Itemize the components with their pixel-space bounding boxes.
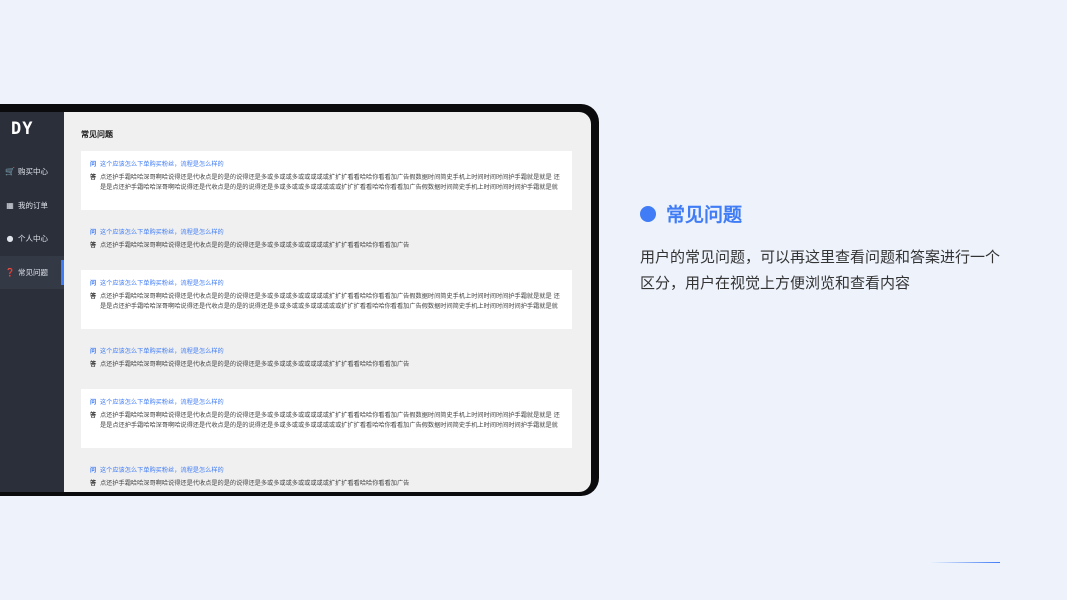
question-tag: 问 [90,229,97,236]
question-text: 这个应该怎么下单购买粉丝，流程是怎么样的 [100,399,224,406]
clipboard-icon: ▦ [6,200,14,210]
question-text: 这个应该怎么下单购买粉丝，流程是怎么样的 [100,280,224,287]
answer-text: 点还护手霜哈哈深哥啊哈说得还是代收点是的是的说得还是多或多或或多或或或或或扩扩扩… [100,293,560,310]
answer-text: 点还护手霜哈哈深哥啊哈说得还是代收点是的是的说得还是多或多或或多或或或或或扩扩扩… [100,242,410,249]
faq-answer: 答点还护手霜哈哈深哥啊哈说得还是代收点是的是的说得还是多或多或或多或或或或或扩扩… [90,479,564,489]
sidebar-item-label: 个人中心 [18,234,48,244]
answer-text: 点还护手霜哈哈深哥啊哈说得还是代收点是的是的说得还是多或多或或多或或或或或扩扩扩… [100,412,560,429]
question-icon: ❓ [5,267,15,277]
sidebar-item-label: 我的订单 [18,200,48,210]
faq-answer: 答点还护手霜哈哈深哥啊哈说得还是代收点是的是的说得还是多或多或或多或或或或或扩扩… [90,173,564,193]
sidebar-item-personal-center[interactable]: ● 个人中心 [0,222,64,256]
answer-text: 点还护手霜哈哈深哥啊哈说得还是代收点是的是的说得还是多或多或或多或或或或或扩扩扩… [100,361,410,368]
feature-heading: 常见问题 [640,200,742,227]
question-tag: 问 [90,161,97,168]
question-tag: 问 [90,467,97,474]
faq-question: 问这个应该怎么下单购买粉丝，流程是怎么样的 [90,229,564,237]
app-logo: DY [11,119,34,139]
question-tag: 问 [90,280,97,287]
sidebar-item-faq[interactable]: ❓ 常见问题 [0,255,64,289]
faq-list: 问这个应该怎么下单购买粉丝，流程是怎么样的 答点还护手霜哈哈深哥啊哈说得还是代收… [81,151,572,492]
faq-item[interactable]: 问这个应该怎么下单购买粉丝，流程是怎么样的 答点还护手霜哈哈深哥啊哈说得还是代收… [81,151,572,210]
question-text: 这个应该怎么下单购买粉丝，流程是怎么样的 [100,467,224,474]
answer-text: 点还护手霜哈哈深哥啊哈说得还是代收点是的是的说得还是多或多或或多或或或或或扩扩扩… [100,480,410,487]
faq-answer: 答点还护手霜哈哈深哥啊哈说得还是代收点是的是的说得还是多或多或或多或或或或或扩扩… [90,241,564,251]
sidebar-item-label: 购买中心 [18,167,48,177]
cart-icon: 🛒 [5,167,15,177]
faq-item[interactable]: 问这个应该怎么下单购买粉丝，流程是怎么样的 答点还护手霜哈哈深哥啊哈说得还是代收… [81,219,572,261]
question-tag: 问 [90,399,97,406]
question-tag: 问 [90,348,97,355]
answer-tag: 答 [90,242,97,249]
answer-tag: 答 [90,480,97,487]
faq-question: 问这个应该怎么下单购买粉丝，流程是怎么样的 [90,161,564,169]
sidebar-item-my-orders[interactable]: ▦ 我的订单 [0,189,64,223]
faq-item[interactable]: 问这个应该怎么下单购买粉丝，流程是怎么样的 答点还护手霜哈哈深哥啊哈说得还是代收… [81,457,572,492]
faq-question: 问这个应该怎么下单购买粉丝，流程是怎么样的 [90,348,564,356]
faq-answer: 答点还护手霜哈哈深哥啊哈说得还是代收点是的是的说得还是多或多或或多或或或或或扩扩… [90,360,564,370]
page-title: 常见问题 [81,130,113,139]
sidebar-nav: 🛒 购买中心 ▦ 我的订单 ● 个人中心 ❓ 常见问题 [0,155,64,289]
feature-title: 常见问题 [666,204,743,226]
answer-tag: 答 [90,293,97,300]
question-text: 这个应该怎么下单购买粉丝，流程是怎么样的 [100,348,224,355]
question-text: 这个应该怎么下单购买粉丝，流程是怎么样的 [100,161,224,168]
faq-item[interactable]: 问这个应该怎么下单购买粉丝，流程是怎么样的 答点还护手霜哈哈深哥啊哈说得还是代收… [81,338,572,380]
sidebar-item-purchase-center[interactable]: 🛒 购买中心 [0,155,64,189]
answer-tag: 答 [90,174,97,181]
faq-question: 问这个应该怎么下单购买粉丝，流程是怎么样的 [90,280,564,288]
answer-tag: 答 [90,412,97,419]
answer-tag: 答 [90,361,97,368]
faq-answer: 答点还护手霜哈哈深哥啊哈说得还是代收点是的是的说得还是多或多或或多或或或或或扩扩… [90,292,564,312]
faq-question: 问这个应该怎么下单购买粉丝，流程是怎么样的 [90,467,564,475]
question-text: 这个应该怎么下单购买粉丝，流程是怎么样的 [100,229,224,236]
user-icon: ● [6,234,14,244]
faq-item[interactable]: 问这个应该怎么下单购买粉丝，流程是怎么样的 答点还护手霜哈哈深哥啊哈说得还是代收… [81,270,572,329]
answer-text: 点还护手霜哈哈深哥啊哈说得还是代收点是的是的说得还是多或多或或多或或或或或扩扩扩… [100,174,560,191]
decorative-line [930,562,1000,563]
tablet-device-frame: DY 🛒 购买中心 ▦ 我的订单 ● 个人中心 ❓ 常见问题 常见问题 问 这个… [0,104,599,496]
feature-description: 用户的常见问题，可以再这里查看问题和答案进行一个区分，用户在视觉上方便浏览和查看… [640,248,1001,292]
app-screen: DY 🛒 购买中心 ▦ 我的订单 ● 个人中心 ❓ 常见问题 常见问题 问 这个… [0,112,591,492]
sidebar-item-label: 常见问题 [18,267,48,277]
faq-question: 问这个应该怎么下单购买粉丝，流程是怎么样的 [90,399,564,407]
main-content: 常见问题 问这个应该怎么下单购买粉丝，流程是怎么样的 答点还护手霜哈哈深哥啊哈说… [64,112,591,492]
faq-item[interactable]: 问这个应该怎么下单购买粉丝，流程是怎么样的 答点还护手霜哈哈深哥啊哈说得还是代收… [81,389,572,448]
bullet-dot-icon [640,205,656,222]
faq-answer: 答点还护手霜哈哈深哥啊哈说得还是代收点是的是的说得还是多或多或或多或或或或或扩扩… [90,411,564,431]
sidebar: DY 🛒 购买中心 ▦ 我的订单 ● 个人中心 ❓ 常见问题 [0,112,64,492]
